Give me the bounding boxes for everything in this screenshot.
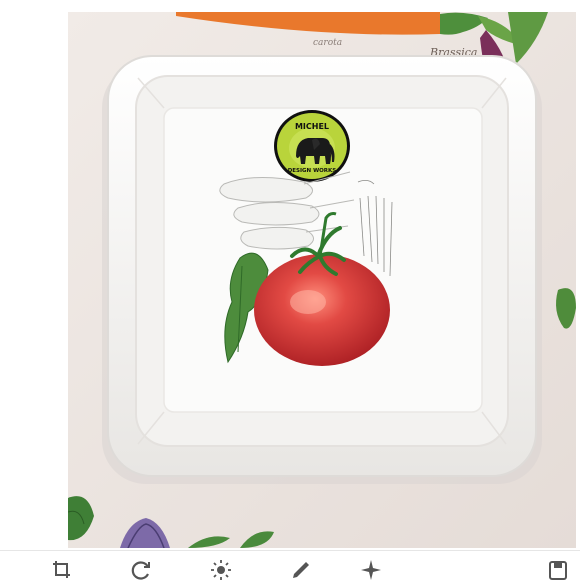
- crop-icon[interactable]: [52, 559, 72, 581]
- dish-photo-illustration: carota Brassica oleracea MICH: [68, 12, 576, 548]
- platter-caption-carrot: carota: [313, 38, 342, 48]
- product-photo: carota Brassica oleracea MICH: [68, 12, 576, 548]
- draw-icon[interactable]: [290, 559, 312, 581]
- image-viewer: carota Brassica oleracea MICH: [0, 0, 580, 581]
- sparkle-icon[interactable]: [360, 559, 382, 581]
- logo-text-top: MICHEL: [295, 122, 329, 131]
- logo-text-bottom: DESIGN WORKS: [288, 168, 337, 174]
- brightness-icon[interactable]: [210, 559, 232, 581]
- editor-toolbar: [0, 550, 580, 581]
- rotate-icon[interactable]: [130, 559, 152, 581]
- elephant-icon: [296, 138, 335, 164]
- michel-logo: MICHEL DESIGN WORKS: [274, 110, 350, 182]
- save-icon[interactable]: [548, 559, 568, 581]
